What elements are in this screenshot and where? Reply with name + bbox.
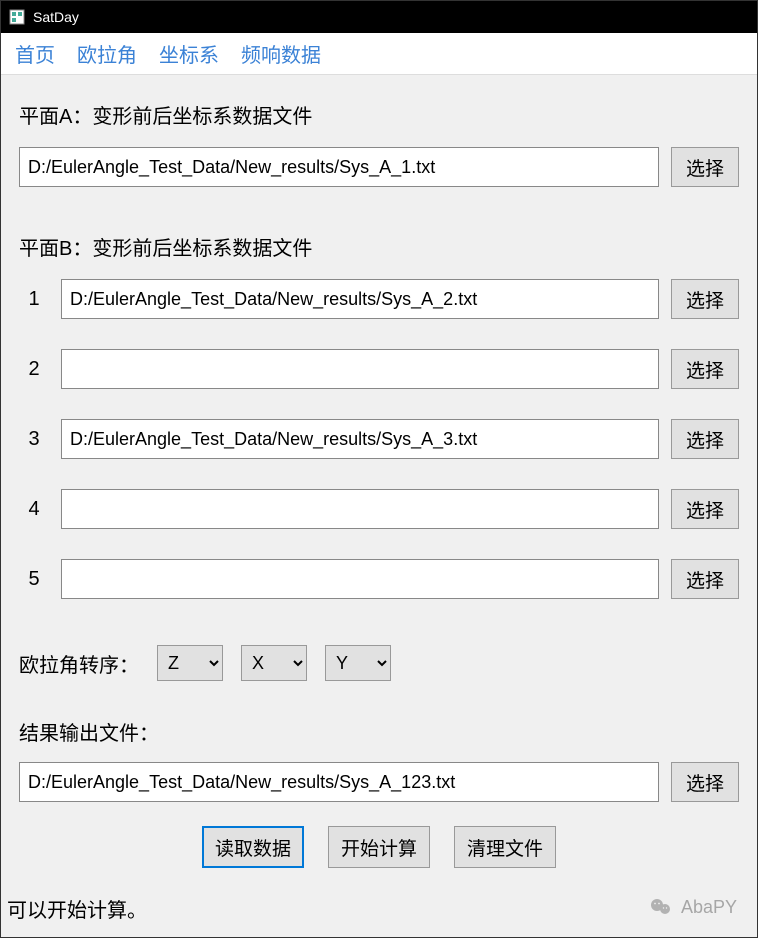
plane-b-row-3: 3 选择 (19, 419, 739, 459)
plane-b-input-4[interactable] (61, 489, 659, 529)
plane-b-input-1[interactable] (61, 279, 659, 319)
plane-b-row-5: 5 选择 (19, 559, 739, 599)
euler-row: 欧拉角转序： Z X Y (19, 645, 739, 681)
plane-b-row-4: 4 选择 (19, 489, 739, 529)
euler-label: 欧拉角转序： (19, 649, 139, 678)
plane-b-select-button-5[interactable]: 选择 (671, 559, 739, 599)
row-num-2: 2 (19, 358, 49, 381)
plane-b-input-2[interactable] (61, 349, 659, 389)
row-num-3: 3 (19, 428, 49, 451)
plane-b-row-2: 2 选择 (19, 349, 739, 389)
plane-a-select-button[interactable]: 选择 (671, 147, 739, 187)
app-icon (9, 9, 25, 25)
menu-coord[interactable]: 坐标系 (159, 39, 219, 68)
menu-home[interactable]: 首页 (15, 39, 55, 68)
plane-a-input[interactable] (19, 147, 659, 187)
plane-b-select-button-3[interactable]: 选择 (671, 419, 739, 459)
watermark: AbaPY (649, 895, 737, 919)
plane-b-input-3[interactable] (61, 419, 659, 459)
output-select-button[interactable]: 选择 (671, 762, 739, 802)
titlebar: SatDay (1, 1, 757, 33)
plane-b-select-button-4[interactable]: 选择 (671, 489, 739, 529)
plane-b-row-1: 1 选择 (19, 279, 739, 319)
menubar: 首页 欧拉角 坐标系 频响数据 (1, 33, 757, 75)
plane-a-row: 选择 (19, 147, 739, 187)
euler-axis-1[interactable]: Z (157, 645, 223, 681)
row-num-4: 4 (19, 498, 49, 521)
wechat-icon (649, 895, 673, 919)
plane-b-label: 平面B：变形前后坐标系数据文件 (19, 232, 739, 261)
menu-euler[interactable]: 欧拉角 (77, 39, 137, 68)
plane-b-select-button-2[interactable]: 选择 (671, 349, 739, 389)
window-title: SatDay (33, 9, 79, 25)
output-row: 选择 (19, 762, 739, 802)
output-label: 结果输出文件： (19, 717, 739, 746)
plane-a-label: 平面A：变形前后坐标系数据文件 (19, 100, 739, 129)
start-calc-button[interactable]: 开始计算 (328, 826, 430, 868)
action-row: 读取数据 开始计算 清理文件 (19, 826, 739, 868)
euler-axis-3[interactable]: Y (325, 645, 391, 681)
plane-b-select-button-1[interactable]: 选择 (671, 279, 739, 319)
row-num-1: 1 (19, 288, 49, 311)
read-data-button[interactable]: 读取数据 (202, 826, 304, 868)
watermark-text: AbaPY (681, 897, 737, 918)
plane-b-input-5[interactable] (61, 559, 659, 599)
menu-freq[interactable]: 频响数据 (241, 39, 321, 68)
output-input[interactable] (19, 762, 659, 802)
clear-file-button[interactable]: 清理文件 (454, 826, 556, 868)
euler-axis-2[interactable]: X (241, 645, 307, 681)
row-num-5: 5 (19, 568, 49, 591)
plane-b-rows: 1 选择 2 选择 3 选择 4 选择 5 选择 (19, 279, 739, 609)
status-text: 可以开始计算。 (7, 894, 147, 923)
content-area: 平面A：变形前后坐标系数据文件 选择 平面B：变形前后坐标系数据文件 1 选择 … (1, 75, 757, 937)
